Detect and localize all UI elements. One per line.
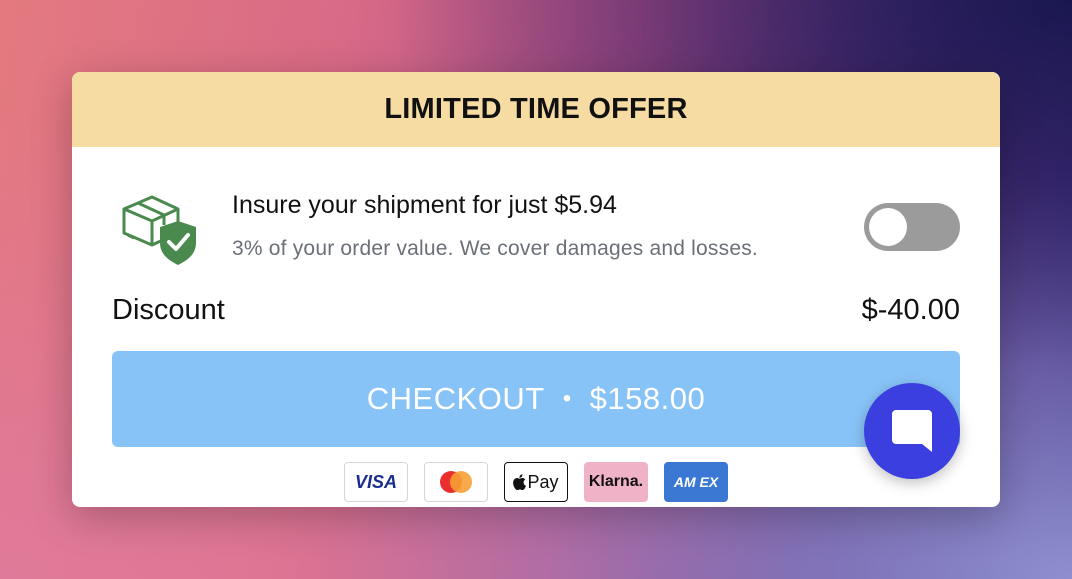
checkout-total: $158.00 — [589, 381, 706, 416]
shield-box-icon — [122, 195, 196, 265]
checkout-button[interactable]: CHECKOUT • $158.00 — [112, 351, 960, 447]
chat-bubble-icon — [892, 410, 932, 452]
mastercard-logo — [424, 462, 488, 502]
discount-value: $-40.00 — [861, 294, 960, 326]
amex-logo: AM EX — [664, 462, 728, 502]
discount-label: Discount — [112, 294, 225, 326]
insurance-subtitle: 3% of your order value. We cover damages… — [232, 237, 758, 260]
klarna-logo: Klarna. — [584, 462, 648, 502]
visa-logo: VISA — [344, 462, 408, 502]
offer-card: LIMITED TIME OFFER Insure your shipment … — [72, 72, 1000, 507]
toggle-knob — [869, 208, 907, 246]
chat-button[interactable] — [864, 383, 960, 479]
mastercard-icon — [440, 471, 472, 493]
payment-methods: VISA Pay Klarna. AM EX — [344, 462, 728, 504]
insurance-title: Insure your shipment for just $5.94 — [232, 191, 617, 219]
insurance-toggle[interactable] — [864, 203, 960, 251]
discount-row: Discount $-40.00 — [112, 294, 960, 334]
apple-pay-logo: Pay — [504, 462, 568, 502]
apple-icon — [513, 474, 527, 490]
insurance-row: Insure your shipment for just $5.94 3% o… — [72, 147, 1000, 267]
offer-banner: LIMITED TIME OFFER — [72, 72, 1000, 147]
banner-title: LIMITED TIME OFFER — [384, 93, 688, 125]
checkout-label: CHECKOUT — [366, 381, 545, 416]
checkout-separator: • — [562, 385, 572, 412]
